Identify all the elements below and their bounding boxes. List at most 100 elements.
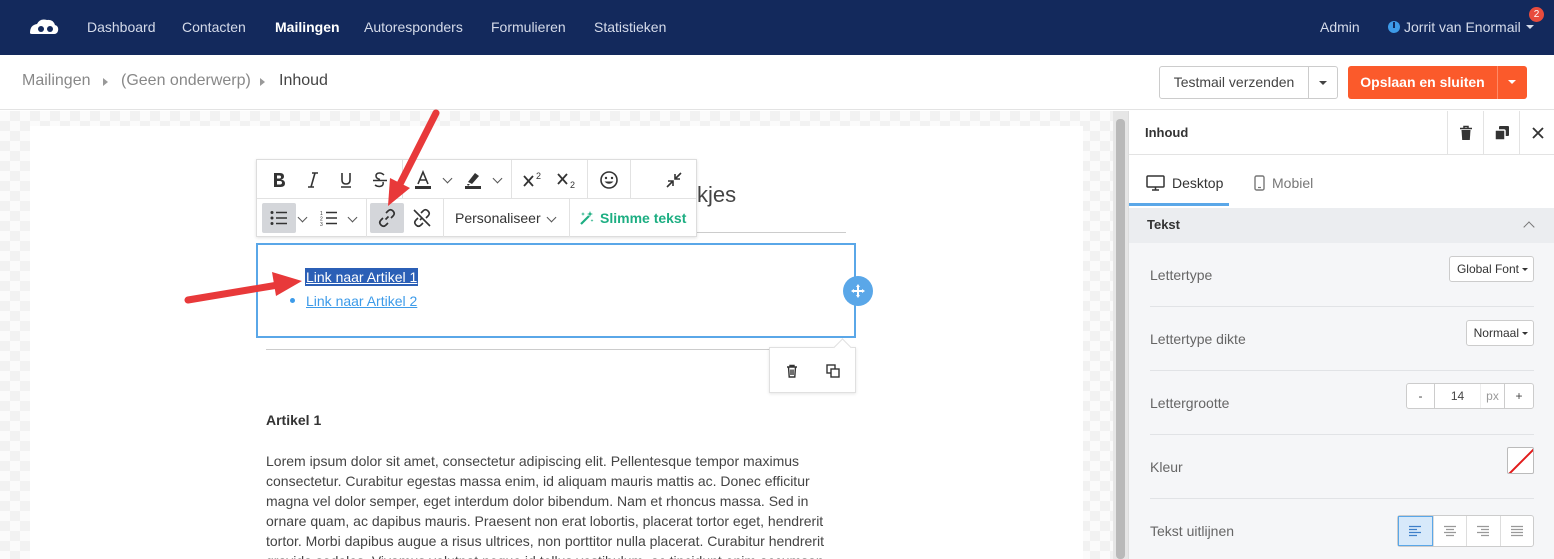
- superscript-icon[interactable]: 2: [520, 168, 546, 192]
- trash-icon[interactable]: [784, 363, 800, 379]
- svg-text:3: 3: [320, 222, 323, 226]
- testmail-button[interactable]: Testmail verzenden: [1159, 66, 1309, 99]
- strikethrough-icon[interactable]: [368, 168, 392, 192]
- email-heading-text[interactable]: kjes: [697, 182, 736, 208]
- color-picker-swatch[interactable]: [1507, 447, 1534, 474]
- breadcrumb-subject[interactable]: (Geen onderwerp): [121, 72, 251, 90]
- font-select[interactable]: Global Font: [1448, 256, 1534, 282]
- toolbar-row-divider: [257, 198, 696, 199]
- tab-desktop[interactable]: Desktop: [1146, 175, 1223, 191]
- collapse-toolbar-icon[interactable]: [662, 168, 686, 192]
- selected-text-block[interactable]: [256, 243, 856, 338]
- text-formatting-toolbar: 2 2 123 Personaliseer Slimme tekst: [256, 159, 697, 237]
- toolbar-separator: [402, 160, 403, 198]
- font-weight-select[interactable]: Normaal: [1465, 320, 1534, 346]
- bullet-list-icon[interactable]: [262, 203, 296, 233]
- personalise-dropdown[interactable]: Personaliseer: [455, 210, 541, 226]
- tab-mobiel[interactable]: Mobiel: [1254, 175, 1313, 191]
- smart-text-button[interactable]: Slimme tekst: [579, 210, 686, 226]
- nav-formulieren[interactable]: Formulieren: [491, 19, 566, 35]
- section-tekst-header[interactable]: Tekst: [1129, 208, 1554, 243]
- user-menu[interactable]: Jorrit van Enormail: [1388, 19, 1535, 35]
- align-justify-icon[interactable]: [1499, 516, 1534, 546]
- svg-text:2: 2: [536, 171, 541, 181]
- nav-autoresponders[interactable]: Autoresponders: [364, 19, 463, 35]
- font-size-unit: px: [1481, 384, 1505, 408]
- prop-font-size: Lettergrootte - 14 px +: [1150, 371, 1534, 435]
- toolbar-separator: [587, 160, 588, 198]
- numbered-list-caret-icon[interactable]: [347, 212, 358, 223]
- personalise-caret-icon[interactable]: [546, 212, 557, 223]
- underline-icon[interactable]: [334, 168, 358, 192]
- article-title[interactable]: Artikel 1: [266, 412, 321, 428]
- save-and-close-button[interactable]: Opslaan en sluiten: [1348, 66, 1497, 99]
- font-size-increase-button[interactable]: +: [1505, 384, 1533, 408]
- toolbar-separator: [630, 160, 631, 198]
- tab-mobiel-label: Mobiel: [1272, 175, 1314, 191]
- highlight-caret-icon[interactable]: [492, 173, 503, 184]
- italic-icon[interactable]: [301, 168, 325, 192]
- scrollbar-thumb[interactable]: [1116, 119, 1125, 559]
- article-body[interactable]: Lorem ipsum dolor sit amet, consectetur …: [266, 451, 836, 559]
- emoji-icon[interactable]: [597, 168, 621, 192]
- trash-icon: [1459, 125, 1472, 140]
- panel-header: Inhoud: [1129, 111, 1554, 155]
- prop-text-align: Tekst uitlijnen: [1150, 499, 1534, 559]
- panel-delete-button[interactable]: [1447, 111, 1483, 155]
- breadcrumb-inhoud: Inhoud: [279, 72, 328, 89]
- text-align-group: [1397, 515, 1534, 547]
- font-label: Lettertype: [1150, 267, 1213, 283]
- toolbar-separator: [569, 199, 570, 237]
- prop-font-weight: Lettertype dikte Normaal: [1150, 307, 1534, 371]
- active-tab-indicator: [1129, 203, 1229, 206]
- align-center-icon[interactable]: [1432, 516, 1467, 546]
- duplicate-icon: [1493, 126, 1509, 141]
- font-size-label: Lettergrootte: [1150, 395, 1230, 411]
- desktop-icon: [1146, 175, 1165, 191]
- power-icon: [1388, 21, 1400, 33]
- font-size-decrease-button[interactable]: -: [1407, 384, 1435, 408]
- font-color-caret-icon[interactable]: [442, 173, 453, 184]
- nav-statistieken[interactable]: Statistieken: [594, 19, 666, 35]
- link-artikel-1[interactable]: Link naar Artikel 1: [305, 268, 419, 286]
- panel-duplicate-button[interactable]: [1483, 111, 1519, 155]
- align-right-icon[interactable]: [1466, 516, 1500, 546]
- notification-badge[interactable]: 2: [1529, 7, 1544, 22]
- nav-mailingen[interactable]: Mailingen: [275, 19, 340, 35]
- link-artikel-2[interactable]: Link naar Artikel 2: [306, 293, 417, 309]
- text-properties: Lettertype Global Font Lettertype dikte …: [1129, 243, 1554, 559]
- breadcrumb-separator-icon: [103, 78, 108, 86]
- unlink-icon[interactable]: [408, 203, 436, 233]
- svg-text:2: 2: [570, 180, 575, 189]
- bold-icon[interactable]: [267, 168, 291, 192]
- highlight-color-icon[interactable]: [462, 168, 484, 192]
- text-align-label: Tekst uitlijnen: [1150, 523, 1235, 539]
- save-dropdown-button[interactable]: [1497, 66, 1527, 99]
- panel-close-button[interactable]: [1519, 111, 1554, 155]
- nav-dashboard[interactable]: Dashboard: [87, 19, 156, 35]
- top-navigation: Dashboard Contacten Mailingen Autorespon…: [0, 0, 1554, 55]
- breadcrumb-mailingen[interactable]: Mailingen: [22, 72, 90, 90]
- block-actions-popover: [769, 347, 856, 393]
- numbered-list-icon[interactable]: 123: [317, 203, 341, 233]
- subscript-icon[interactable]: 2: [554, 168, 580, 192]
- chevron-up-icon[interactable]: [1523, 221, 1535, 233]
- move-handle-icon[interactable]: [843, 276, 873, 306]
- toolbar-separator: [443, 199, 444, 237]
- testmail-dropdown-button[interactable]: [1308, 66, 1338, 99]
- align-left-icon[interactable]: [1398, 516, 1433, 546]
- font-color-icon[interactable]: [412, 168, 434, 192]
- mobile-icon: [1254, 175, 1265, 191]
- enormail-logo-icon[interactable]: [28, 17, 60, 37]
- font-size-input[interactable]: 14: [1435, 384, 1481, 408]
- toolbar-separator: [366, 199, 367, 237]
- nav-admin[interactable]: Admin: [1320, 19, 1360, 35]
- canvas-scrollbar[interactable]: [1113, 111, 1128, 559]
- font-weight-label: Lettertype dikte: [1150, 331, 1246, 347]
- section-title: Tekst: [1147, 217, 1180, 232]
- tab-desktop-label: Desktop: [1172, 175, 1224, 191]
- nav-contacten[interactable]: Contacten: [182, 19, 246, 35]
- duplicate-icon[interactable]: [825, 363, 841, 379]
- bullet-list-caret-icon[interactable]: [297, 212, 308, 223]
- insert-link-icon[interactable]: [370, 203, 404, 233]
